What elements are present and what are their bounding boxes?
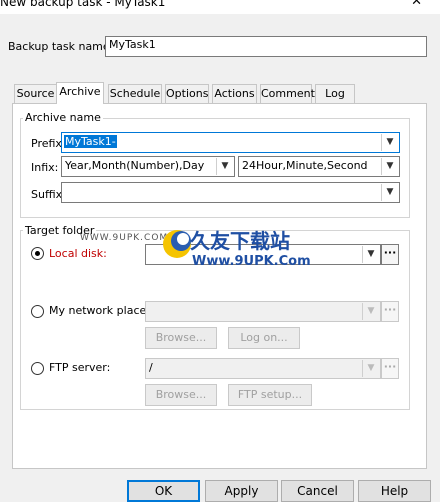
chevron-down-icon[interactable]: ▼: [362, 303, 379, 320]
task-name-input[interactable]: MyTask1: [105, 36, 427, 57]
suffix-combo[interactable]: ▼: [61, 182, 400, 203]
tab-comment[interactable]: Comment: [260, 84, 315, 103]
network-browse-dots-button[interactable]: ···: [381, 301, 399, 322]
network-places-radio[interactable]: [31, 305, 44, 318]
network-browse-button[interactable]: Browse...: [145, 327, 217, 349]
window-title: New backup task - MyTask1: [0, 0, 166, 9]
local-disk-radio[interactable]: [31, 247, 44, 260]
watermark-logo: WWW.9UPK.COM 久友下载站 Www.9UPK.Com: [80, 225, 320, 285]
infix-time-combo[interactable]: 24Hour,Minute,Second ▼: [238, 156, 400, 177]
radio-selected-dot: [35, 251, 40, 256]
task-name-label: Backup task name:: [8, 40, 114, 53]
ftp-browse-dots-button[interactable]: ···: [381, 358, 399, 379]
chevron-down-icon[interactable]: ▼: [381, 184, 398, 201]
ok-button[interactable]: OK: [127, 480, 200, 502]
chevron-down-icon[interactable]: ▼: [362, 246, 379, 263]
network-places-label: My network places:: [49, 304, 156, 317]
archive-panel: Archive name Prefix: MyTask1- ▼ Infix: Y…: [12, 103, 427, 469]
title-bar: New backup task - MyTask1 ✕: [0, 0, 440, 14]
ftp-setup-button[interactable]: FTP setup...: [228, 384, 312, 406]
ftp-server-label: FTP server:: [49, 361, 111, 374]
help-button[interactable]: Help: [358, 480, 431, 502]
ftp-server-value: /: [149, 361, 153, 374]
tab-options[interactable]: Options: [165, 84, 209, 103]
chevron-down-icon[interactable]: ▼: [216, 158, 233, 175]
prefix-value: MyTask1-: [64, 135, 117, 148]
infix-label: Infix:: [31, 161, 59, 174]
chevron-down-icon[interactable]: ▼: [381, 134, 398, 151]
cancel-button[interactable]: Cancel: [281, 480, 354, 502]
infix-time-value: 24Hour,Minute,Second: [242, 159, 368, 172]
network-places-combo[interactable]: ▼: [145, 301, 381, 322]
watermark-url: Www.9UPK.Com: [192, 254, 311, 269]
chevron-down-icon[interactable]: ▼: [381, 158, 398, 175]
archive-name-group-label: Archive name: [23, 111, 103, 124]
prefix-combo[interactable]: MyTask1- ▼: [61, 132, 400, 153]
network-logon-button[interactable]: Log on...: [228, 327, 300, 349]
tab-source[interactable]: Source: [14, 84, 57, 103]
ftp-browse-button[interactable]: Browse...: [145, 384, 217, 406]
watermark-small-url: WWW.9UPK.COM: [80, 233, 169, 243]
tab-log[interactable]: Log: [315, 84, 355, 103]
ftp-server-combo[interactable]: / ▼: [145, 358, 381, 379]
tab-actions[interactable]: Actions: [212, 84, 257, 103]
tab-archive[interactable]: Archive: [56, 82, 104, 104]
apply-button[interactable]: Apply: [205, 480, 278, 502]
close-icon[interactable]: ✕: [411, 0, 422, 9]
chevron-down-icon[interactable]: ▼: [362, 360, 379, 377]
logo-swirl-icon: [163, 230, 191, 258]
infix-date-value: Year,Month(Number),Day: [65, 159, 205, 172]
tab-schedule[interactable]: Schedule: [108, 84, 162, 103]
infix-date-combo[interactable]: Year,Month(Number),Day ▼: [61, 156, 235, 177]
local-disk-browse-button[interactable]: ···: [381, 244, 399, 265]
watermark-logo-text: 久友下载站: [190, 229, 290, 253]
ftp-server-radio[interactable]: [31, 362, 44, 375]
